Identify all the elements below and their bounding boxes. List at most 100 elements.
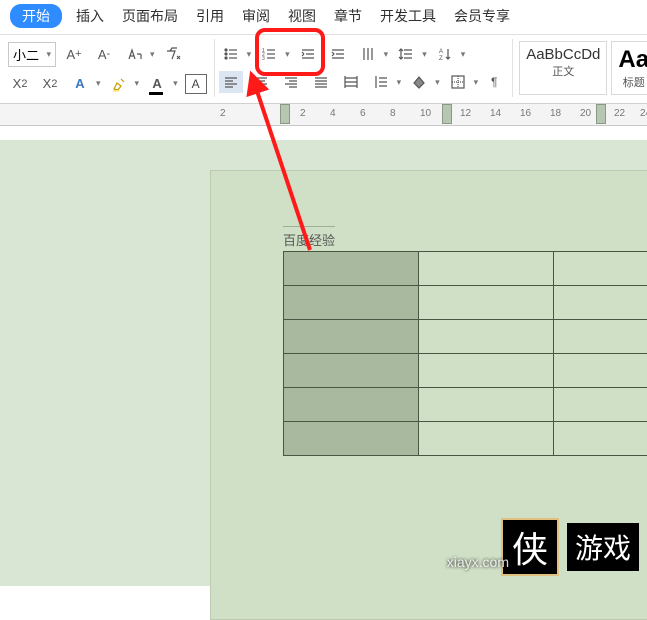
clear-format-icon[interactable] — [161, 43, 185, 65]
tab-insert[interactable]: 插入 — [76, 6, 104, 26]
align-left-icon[interactable] — [219, 71, 243, 93]
table-cell[interactable] — [419, 252, 554, 286]
chevron-down-icon[interactable]: ▾ — [173, 78, 178, 89]
chevron-down-icon[interactable]: ▾ — [285, 49, 290, 60]
align-center-icon[interactable] — [249, 71, 273, 93]
paragraph-group: ▾ 123 ▾ ▾ ▾ AZ ▾ ▾ ▾ ▾ ¶ — [215, 39, 514, 97]
table-cell[interactable] — [284, 422, 419, 456]
watermark-url: xiayx.com — [447, 554, 509, 570]
chevron-down-icon[interactable]: ▾ — [435, 77, 440, 88]
text-effect-icon[interactable]: A — [68, 73, 92, 95]
highlight-icon[interactable] — [107, 73, 131, 95]
table-cell[interactable] — [554, 252, 647, 286]
table-cell[interactable] — [554, 354, 647, 388]
watermark-logo: 侠 — [501, 518, 559, 576]
tab-devtools[interactable]: 开发工具 — [380, 6, 436, 26]
ruler-num: 12 — [460, 108, 471, 119]
tab-member[interactable]: 会员专享 — [454, 6, 510, 26]
horizontal-ruler[interactable]: 2 2 4 6 8 10 12 14 16 18 20 22 24 — [0, 104, 647, 126]
numbered-list-icon[interactable]: 123 — [257, 43, 281, 65]
table-cell[interactable] — [554, 286, 647, 320]
svg-text:Z: Z — [439, 56, 443, 62]
shrink-font-icon[interactable]: A- — [92, 43, 116, 65]
table-cell[interactable] — [554, 388, 647, 422]
table-cell[interactable] — [284, 354, 419, 388]
font-group: 小二 ▾ A+ A- ▾ X2 X2 A ▾ ▾ A ▾ A — [2, 39, 215, 97]
ruler-num: 2 — [300, 108, 306, 119]
increase-indent-icon[interactable] — [326, 43, 350, 65]
grow-font-icon[interactable]: A+ — [62, 43, 86, 65]
font-size-select[interactable]: 小二 ▾ — [8, 42, 56, 67]
table-cell[interactable] — [554, 320, 647, 354]
ruler-num: 2 — [220, 108, 226, 119]
ruler-marker[interactable] — [596, 104, 606, 124]
watermark-text: 游戏 — [567, 523, 639, 571]
table-row — [284, 320, 647, 354]
text-direction-icon[interactable] — [356, 43, 380, 65]
table-cell[interactable] — [554, 422, 647, 456]
character-border-icon[interactable]: A — [184, 73, 208, 95]
sort-icon[interactable]: AZ — [433, 43, 457, 65]
superscript-icon[interactable]: X2 — [8, 73, 32, 95]
ruler-marker[interactable] — [442, 104, 452, 124]
document-table[interactable] — [283, 251, 647, 456]
table-row — [284, 388, 647, 422]
table-cell[interactable] — [284, 388, 419, 422]
chevron-down-icon[interactable]: ▾ — [384, 49, 389, 60]
decrease-indent-icon[interactable] — [296, 43, 320, 65]
font-color-icon[interactable]: A — [145, 73, 169, 95]
paragraph-spacing-icon[interactable] — [369, 71, 393, 93]
table-cell[interactable] — [419, 286, 554, 320]
style-sample-text: AaBbCcDd — [526, 46, 600, 63]
table-row — [284, 286, 647, 320]
chevron-down-icon[interactable]: ▾ — [474, 77, 479, 88]
table-cell[interactable] — [419, 354, 554, 388]
tab-view[interactable]: 视图 — [288, 6, 316, 26]
table-cell[interactable] — [419, 320, 554, 354]
page-text[interactable]: 百度经验 — [283, 226, 335, 249]
align-right-icon[interactable] — [279, 71, 303, 93]
ruler-num: 14 — [490, 108, 501, 119]
shading-icon[interactable] — [407, 71, 431, 93]
table-cell[interactable] — [284, 252, 419, 286]
align-distribute-icon[interactable] — [339, 71, 363, 93]
chevron-down-icon[interactable]: ▾ — [135, 78, 140, 89]
bullet-list-icon[interactable] — [219, 43, 243, 65]
tab-reference[interactable]: 引用 — [196, 6, 224, 26]
ruler-num: 24 — [640, 108, 647, 119]
table-cell[interactable] — [284, 286, 419, 320]
show-marks-icon[interactable]: ¶ — [484, 71, 508, 93]
ruler-num: 20 — [580, 108, 591, 119]
line-spacing-icon[interactable] — [394, 43, 418, 65]
tab-start[interactable]: 开始 — [10, 4, 62, 28]
ruler-num: 6 — [360, 108, 366, 119]
align-justify-icon[interactable] — [309, 71, 333, 93]
svg-text:3: 3 — [262, 56, 265, 62]
table-cell[interactable] — [419, 422, 554, 456]
style-name-label: 正文 — [552, 63, 574, 79]
ruler-num: 4 — [330, 108, 336, 119]
borders-icon[interactable] — [446, 71, 470, 93]
chevron-down-icon[interactable]: ▾ — [247, 49, 252, 60]
table-row — [284, 354, 647, 388]
chevron-down-icon[interactable]: ▾ — [150, 49, 155, 60]
style-sample-text: Aa — [618, 46, 647, 74]
tab-section[interactable]: 章节 — [334, 6, 362, 26]
table-cell[interactable] — [284, 320, 419, 354]
table-cell[interactable] — [419, 388, 554, 422]
ruler-marker[interactable] — [280, 104, 290, 124]
chevron-down-icon[interactable]: ▾ — [397, 77, 402, 88]
chevron-down-icon[interactable]: ▾ — [96, 78, 101, 89]
tab-review[interactable]: 审阅 — [242, 6, 270, 26]
chevron-down-icon[interactable]: ▾ — [422, 49, 427, 60]
style-name-label: 标题 — [623, 74, 645, 90]
change-case-icon[interactable] — [122, 43, 146, 65]
ruler-num: 10 — [420, 108, 431, 119]
chevron-down-icon[interactable]: ▾ — [461, 49, 466, 60]
ribbon-tabs: 开始 插入 页面布局 引用 审阅 视图 章节 开发工具 会员专享 — [0, 0, 647, 35]
style-normal[interactable]: AaBbCcDd 正文 — [519, 41, 607, 95]
style-heading[interactable]: Aa 标题 — [611, 41, 647, 95]
subscript-icon[interactable]: X2 — [38, 73, 62, 95]
tab-pagelayout[interactable]: 页面布局 — [122, 6, 178, 26]
svg-text:A: A — [439, 49, 443, 55]
